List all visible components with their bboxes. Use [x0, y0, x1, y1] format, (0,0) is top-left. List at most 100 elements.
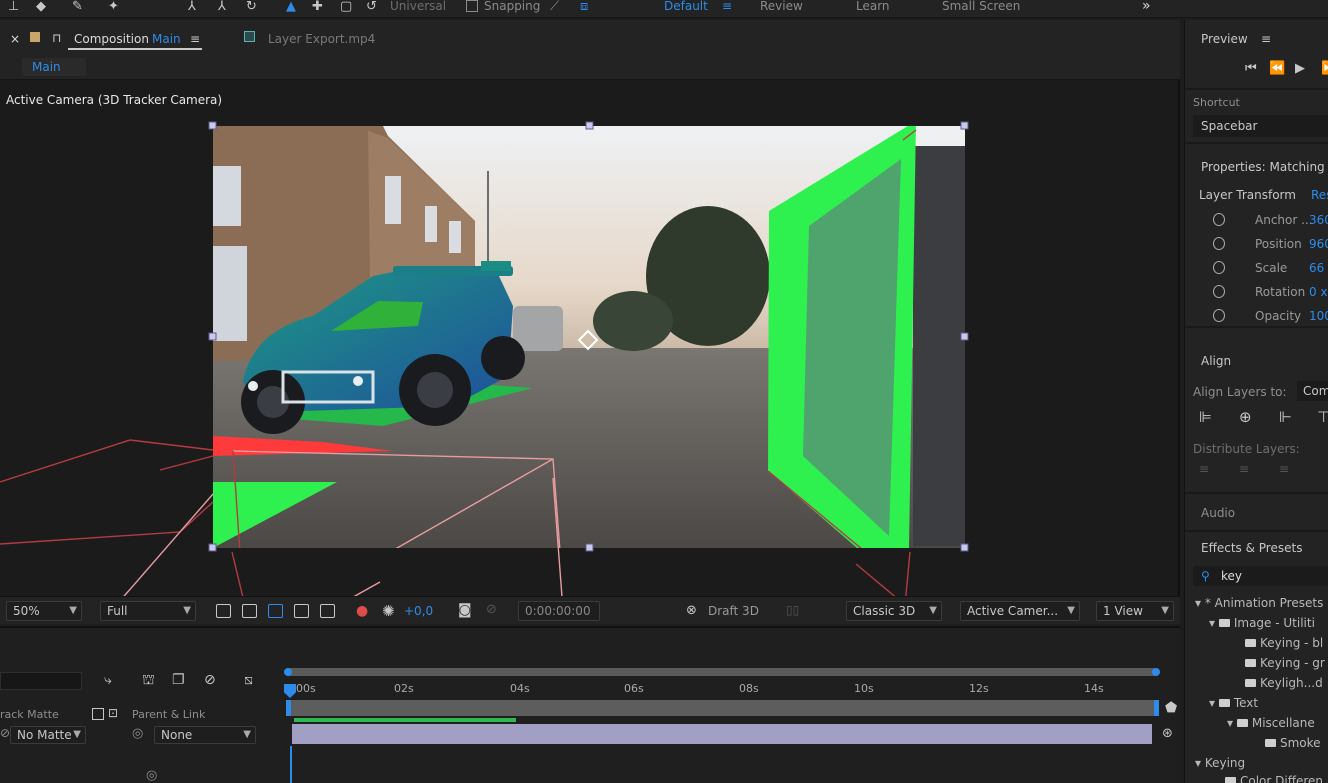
tree-item-animation-presets[interactable]: ▾ * Animation Presets — [1195, 596, 1323, 610]
composition-viewer[interactable]: Active Camera (3D Tracker Camera) — [0, 82, 1178, 610]
stamp-tool-icon[interactable]: ⊥ — [8, 0, 19, 14]
property-value[interactable]: 66 — [1309, 261, 1328, 275]
zoom-dropdown[interactable]: 50% ▼ — [6, 601, 82, 621]
tree-item-miscellaneous[interactable]: ▾ Miscellane — [1227, 716, 1315, 730]
tree-item-keying[interactable]: ▾ Keying — [1195, 756, 1245, 770]
world-axis-icon[interactable]: ⅄ — [218, 0, 226, 14]
guides-icon[interactable] — [320, 604, 335, 618]
tree-item-image-utilities[interactable]: ▾ Image - Utiliti — [1209, 616, 1315, 630]
tree-item-keying-bl[interactable]: Keying - bl — [1245, 636, 1323, 650]
align-center-icon[interactable]: ⊕ — [1239, 410, 1252, 425]
stopwatch-icon[interactable] — [1213, 261, 1225, 274]
snap-icon[interactable]: ⟋ — [550, 0, 559, 14]
snapping-checkbox[interactable] — [466, 0, 478, 12]
selection-tool-icon[interactable]: ▲ — [286, 0, 296, 14]
property-value[interactable]: 360 — [1309, 213, 1328, 227]
view-layout-dropdown[interactable]: 1 View ▼ — [1096, 601, 1174, 621]
shy-layers-icon[interactable]: ⛫ — [142, 672, 155, 690]
snap-extents-icon[interactable]: ⧈ — [580, 0, 588, 14]
work-area-bar[interactable] — [290, 700, 1154, 716]
comp-flowchart-icon[interactable]: ⤷ — [104, 672, 112, 688]
timeline-search-input[interactable] — [0, 672, 82, 690]
renderer-dropdown[interactable]: Classic 3D ▼ — [846, 601, 942, 621]
draft3d-label[interactable]: Draft 3D — [708, 604, 759, 618]
puppet-pin-tool-icon[interactable]: ✦ — [108, 0, 119, 14]
align-right-icon[interactable]: ⊩ — [1279, 410, 1292, 425]
exposure-value[interactable]: +0,0 — [404, 604, 433, 618]
property-value[interactable]: 960 — [1309, 237, 1328, 251]
transparency-grid-icon[interactable] — [242, 604, 257, 618]
distribute-center-icon[interactable]: ≡ — [1239, 462, 1249, 476]
effects-search-input[interactable]: ⚲ key — [1193, 566, 1328, 586]
timeline-end-marker-icon[interactable]: ⬟ — [1165, 700, 1177, 716]
align-top-icon[interactable]: ⊤ — [1317, 410, 1328, 425]
stopwatch-icon[interactable] — [1213, 213, 1225, 226]
track-matte-dropdown[interactable]: No Matte ▼ — [10, 726, 86, 744]
exposure-icon[interactable]: ✺ — [382, 602, 395, 620]
timecode-field[interactable]: 0:00:00:00 — [518, 601, 600, 621]
tree-item-text[interactable]: ▾ Text — [1209, 696, 1258, 710]
stopwatch-icon[interactable] — [1213, 285, 1225, 298]
first-frame-icon[interactable]: ⏮ — [1245, 62, 1257, 76]
stopwatch-icon[interactable] — [1213, 237, 1225, 250]
lock-icon[interactable]: ⊓ — [52, 30, 61, 46]
draft3d-icon[interactable]: ⊗ — [686, 603, 697, 618]
matte-pickwhip-icon[interactable]: ⊘ — [0, 726, 10, 740]
layer-duration-bar[interactable] — [292, 724, 1152, 744]
camera-view-dropdown[interactable]: Active Camer... ▼ — [960, 601, 1080, 621]
navigator-start-handle[interactable] — [284, 668, 292, 676]
show-snapshot-icon[interactable]: ⊘ — [486, 602, 497, 617]
camera-snapshot-icon[interactable]: ◙ — [458, 602, 472, 618]
workspace-menu-icon[interactable]: ≡ — [722, 0, 732, 13]
region-of-interest-icon[interactable] — [216, 604, 231, 618]
composition-tab-name[interactable]: Main — [152, 31, 181, 47]
workspace-small-screen[interactable]: Small Screen — [942, 0, 1020, 13]
shortcut-dropdown[interactable]: Spacebar — [1193, 115, 1328, 137]
box-tool-icon[interactable]: ▢ — [340, 0, 352, 14]
workspace-learn[interactable]: Learn — [856, 0, 890, 13]
channels-icon[interactable]: ● — [356, 603, 368, 619]
work-area-start[interactable] — [286, 700, 291, 716]
solo-icon[interactable]: ◎ — [146, 768, 157, 783]
previous-frame-icon[interactable]: ⏪ — [1269, 62, 1285, 76]
eraser-tool-icon[interactable]: ◆ — [36, 0, 46, 14]
workspace-review[interactable]: Review — [760, 0, 803, 13]
resolution-dropdown[interactable]: Full ▼ — [100, 601, 196, 621]
layer-switch-icon[interactable]: ⊡ — [108, 706, 118, 720]
tree-item-keylight[interactable]: Keyligh...d — [1245, 676, 1323, 690]
matte-toggle-icon[interactable] — [92, 708, 104, 720]
workspace-default[interactable]: Default — [664, 0, 708, 13]
align-left-icon[interactable]: ⊫ — [1199, 410, 1212, 425]
frame-blending-icon[interactable]: ❐ — [172, 672, 185, 688]
layer-out-point-icon[interactable]: ⊛ — [1162, 726, 1173, 741]
work-area-end[interactable] — [1154, 700, 1159, 716]
tree-item-keying-gr[interactable]: Keying - gr — [1245, 656, 1325, 670]
graph-editor-icon[interactable]: ⧅ — [244, 672, 253, 688]
reset-link[interactable]: Res — [1311, 188, 1328, 202]
more-workspaces-icon[interactable]: » — [1142, 0, 1151, 13]
preview-menu-icon[interactable]: ≡ — [1261, 32, 1271, 46]
local-axis-icon[interactable]: ⅄ — [188, 0, 196, 14]
snapshot-view-icon[interactable] — [294, 604, 309, 618]
panel-menu-icon[interactable]: ≡ — [190, 31, 200, 47]
orbit-tool-icon[interactable]: ↺ — [366, 0, 377, 14]
property-value[interactable]: 100 — [1309, 309, 1328, 323]
motion-blur-icon[interactable]: ⊘ — [204, 672, 216, 688]
next-frame-icon[interactable]: ⏩ — [1321, 62, 1328, 76]
property-value[interactable]: 0 x — [1309, 285, 1328, 299]
mask-visibility-icon[interactable] — [268, 604, 283, 618]
view-axis-icon[interactable]: ↻ — [246, 0, 257, 14]
extended-viewer-icon[interactable]: ▯▯ — [786, 603, 799, 617]
time-ruler[interactable]: 00s 02s 04s 06s 08s 10s 12s 14s — [286, 680, 1158, 700]
play-icon[interactable]: ▶ — [1295, 62, 1305, 76]
distribute-top-icon[interactable]: ≡ — [1199, 462, 1209, 476]
align-to-dropdown[interactable]: Com — [1297, 381, 1328, 401]
tree-item-smoke[interactable]: Smoke — [1265, 736, 1321, 750]
parent-dropdown[interactable]: None ▼ — [154, 726, 256, 744]
distribute-bottom-icon[interactable]: ≡ — [1279, 462, 1289, 476]
parent-pickwhip-icon[interactable]: ◎ — [132, 726, 143, 741]
roto-brush-tool-icon[interactable]: ✎ — [72, 0, 83, 14]
move-tool-icon[interactable]: ✚ — [312, 0, 323, 14]
tree-item-color-difference[interactable]: Color Differen — [1225, 774, 1323, 783]
time-navigator[interactable] — [286, 668, 1158, 676]
